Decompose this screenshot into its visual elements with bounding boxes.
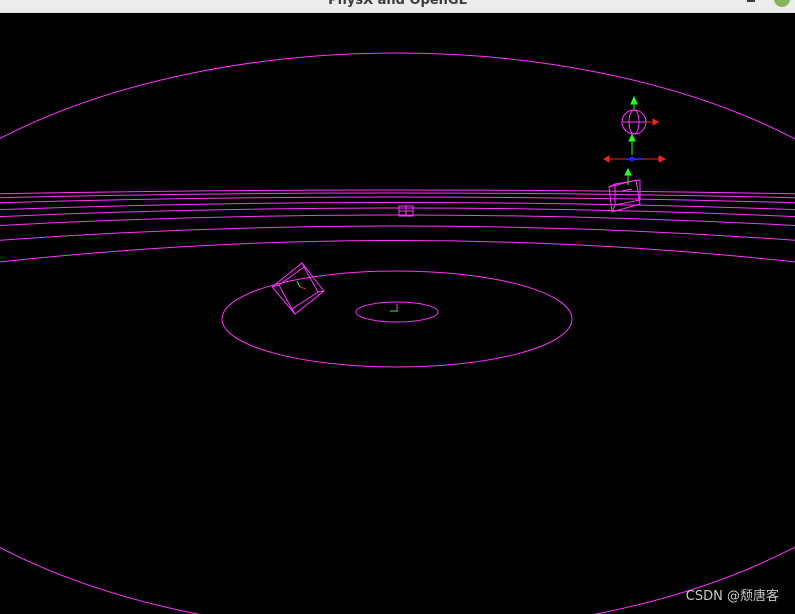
- ground-ring: [0, 202, 795, 211]
- opengl-viewport[interactable]: CSDN @颓唐客: [0, 13, 795, 614]
- minimize-button[interactable]: [744, 0, 758, 8]
- ground-plane-rings: [0, 52, 795, 614]
- window-title: PhysX and OpenGL: [328, 0, 467, 8]
- title-bar[interactable]: PhysX and OpenGL: [0, 0, 795, 13]
- tilted-cube: [271, 262, 325, 315]
- ground-ring: [0, 207, 795, 218]
- ground-ring: [0, 52, 795, 614]
- distant-small-cube: [398, 205, 414, 217]
- stacked-cube-with-gizmo: [608, 167, 641, 213]
- minimize-icon: [747, 0, 755, 2]
- csdn-watermark: CSDN @颓唐客: [685, 589, 779, 604]
- ground-ring: [0, 214, 795, 226]
- ground-ring: [0, 240, 795, 263]
- ground-ring: [0, 225, 795, 241]
- app-window: PhysX and OpenGL CSDN @颓唐客: [0, 0, 795, 614]
- origin-axis-marker: [390, 304, 398, 312]
- sphere-with-gizmo: [603, 95, 667, 163]
- scene-canvas: [0, 52, 795, 614]
